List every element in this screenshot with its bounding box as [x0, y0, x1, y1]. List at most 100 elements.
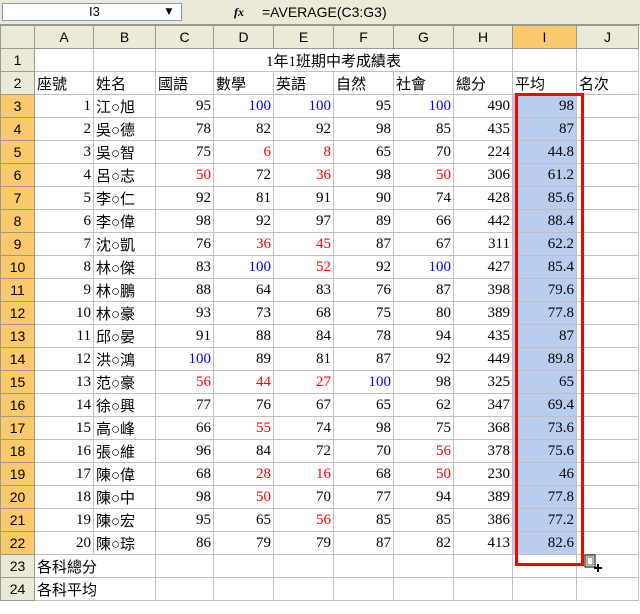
cell[interactable]: [213, 577, 274, 601]
seat-number-cell[interactable]: 1: [34, 94, 94, 118]
score-cell[interactable]: 56: [155, 370, 214, 394]
cell[interactable]: [34, 48, 94, 72]
seat-number-cell[interactable]: 14: [34, 393, 94, 417]
cell[interactable]: [453, 554, 513, 578]
seat-number-cell[interactable]: 4: [34, 163, 94, 187]
row-header-14[interactable]: 14: [0, 347, 35, 371]
row-header-24[interactable]: 24: [0, 577, 35, 601]
row-header-17[interactable]: 17: [0, 416, 35, 440]
cell[interactable]: [273, 577, 334, 601]
select-all-corner[interactable]: [0, 25, 35, 49]
average-cell[interactable]: 61.2: [512, 163, 577, 187]
score-cell[interactable]: 100: [273, 94, 334, 118]
score-cell[interactable]: 77: [333, 485, 394, 509]
chevron-down-icon[interactable]: ▼: [161, 4, 177, 20]
student-name-cell[interactable]: 吳○智: [93, 140, 156, 164]
summary-label-cell[interactable]: 各科總分: [34, 554, 156, 578]
row-header-13[interactable]: 13: [0, 324, 35, 348]
seat-number-cell[interactable]: 2: [34, 117, 94, 141]
total-cell[interactable]: 427: [453, 255, 513, 279]
total-cell[interactable]: 442: [453, 209, 513, 233]
score-cell[interactable]: 36: [213, 232, 274, 256]
seat-number-cell[interactable]: 9: [34, 278, 94, 302]
score-cell[interactable]: 67: [393, 232, 454, 256]
average-cell[interactable]: 87: [512, 324, 577, 348]
row-header-18[interactable]: 18: [0, 439, 35, 463]
score-cell[interactable]: 50: [393, 462, 454, 486]
rank-cell[interactable]: [576, 324, 639, 348]
cell[interactable]: [393, 577, 454, 601]
student-name-cell[interactable]: 范○豪: [93, 370, 156, 394]
student-name-cell[interactable]: 陳○宏: [93, 508, 156, 532]
score-cell[interactable]: 91: [155, 324, 214, 348]
column-label-cell[interactable]: 名次: [576, 71, 639, 95]
average-cell[interactable]: 87: [512, 117, 577, 141]
score-cell[interactable]: 72: [213, 163, 274, 187]
average-cell[interactable]: 75.6: [512, 439, 577, 463]
score-cell[interactable]: 70: [333, 439, 394, 463]
column-label-cell[interactable]: 總分: [453, 71, 513, 95]
score-cell[interactable]: 100: [393, 94, 454, 118]
seat-number-cell[interactable]: 3: [34, 140, 94, 164]
row-header-20[interactable]: 20: [0, 485, 35, 509]
score-cell[interactable]: 87: [333, 347, 394, 371]
total-cell[interactable]: 389: [453, 301, 513, 325]
name-box[interactable]: I3: [2, 3, 182, 21]
column-header-i[interactable]: I: [512, 25, 577, 49]
total-cell[interactable]: 449: [453, 347, 513, 371]
score-cell[interactable]: 75: [333, 301, 394, 325]
row-header-1[interactable]: 1: [0, 48, 35, 72]
rank-cell[interactable]: [576, 347, 639, 371]
score-cell[interactable]: 64: [213, 278, 274, 302]
score-cell[interactable]: 56: [393, 439, 454, 463]
score-cell[interactable]: 98: [393, 370, 454, 394]
cell[interactable]: [213, 554, 274, 578]
score-cell[interactable]: 88: [155, 278, 214, 302]
score-cell[interactable]: 80: [393, 301, 454, 325]
seat-number-cell[interactable]: 10: [34, 301, 94, 325]
rank-cell[interactable]: [576, 439, 639, 463]
rank-cell[interactable]: [576, 485, 639, 509]
row-header-10[interactable]: 10: [0, 255, 35, 279]
student-name-cell[interactable]: 李○仁: [93, 186, 156, 210]
column-label-cell[interactable]: 英語: [273, 71, 334, 95]
score-cell[interactable]: 95: [155, 508, 214, 532]
total-cell[interactable]: 306: [453, 163, 513, 187]
rank-cell[interactable]: [576, 186, 639, 210]
rank-cell[interactable]: [576, 508, 639, 532]
cell[interactable]: [333, 577, 394, 601]
cell[interactable]: [273, 554, 334, 578]
row-header-3[interactable]: 3: [0, 94, 35, 118]
average-cell[interactable]: 79.6: [512, 278, 577, 302]
row-header-9[interactable]: 9: [0, 232, 35, 256]
score-cell[interactable]: 92: [333, 255, 394, 279]
average-cell[interactable]: 46: [512, 462, 577, 486]
score-cell[interactable]: 91: [273, 186, 334, 210]
score-cell[interactable]: 85: [333, 508, 394, 532]
score-cell[interactable]: 28: [213, 462, 274, 486]
score-cell[interactable]: 98: [155, 209, 214, 233]
score-cell[interactable]: 93: [155, 301, 214, 325]
score-cell[interactable]: 27: [273, 370, 334, 394]
score-cell[interactable]: 95: [155, 94, 214, 118]
score-cell[interactable]: 100: [213, 255, 274, 279]
cell[interactable]: [453, 48, 513, 72]
score-cell[interactable]: 85: [393, 117, 454, 141]
seat-number-cell[interactable]: 20: [34, 531, 94, 555]
student-name-cell[interactable]: 林○鵬: [93, 278, 156, 302]
student-name-cell[interactable]: 陳○偉: [93, 462, 156, 486]
average-cell[interactable]: 44.8: [512, 140, 577, 164]
row-header-5[interactable]: 5: [0, 140, 35, 164]
cell[interactable]: [576, 48, 639, 72]
rank-cell[interactable]: [576, 462, 639, 486]
score-cell[interactable]: 78: [333, 324, 394, 348]
student-name-cell[interactable]: 江○旭: [93, 94, 156, 118]
column-header-g[interactable]: G: [393, 25, 454, 49]
score-cell[interactable]: 100: [155, 347, 214, 371]
row-header-6[interactable]: 6: [0, 163, 35, 187]
average-cell[interactable]: 98: [512, 94, 577, 118]
average-cell[interactable]: 77.8: [512, 485, 577, 509]
seat-number-cell[interactable]: 8: [34, 255, 94, 279]
score-cell[interactable]: 98: [155, 485, 214, 509]
row-header-22[interactable]: 22: [0, 531, 35, 555]
